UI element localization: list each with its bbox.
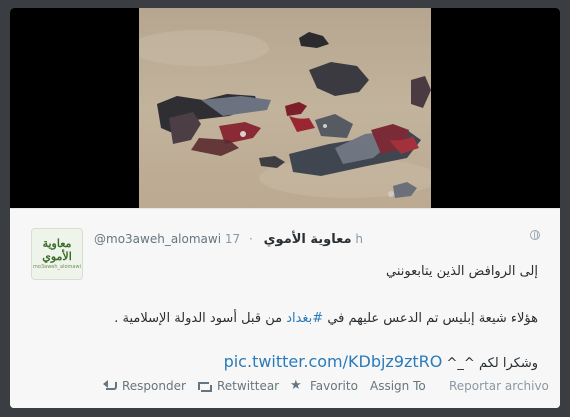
tweet-card: معاوية الأموي mo3aweh_alomawi @mo3aweh_a… xyxy=(10,8,560,408)
tweet-text-line2-end: من قبل أسود الدولة الإسلامية . xyxy=(114,311,287,326)
reply-label: Responder xyxy=(122,379,186,393)
favorite-label: Favorito xyxy=(310,379,358,393)
tweet-text-line2-start: هؤلاء شيعة إبليس تم الدعس عليهم في xyxy=(323,311,538,326)
tweet-text-line3: وشكرا لكم ^_^ pic.twitter.com/KDbjz9ztRO xyxy=(224,352,538,371)
user-handle[interactable]: @mo3aweh_alomawi xyxy=(94,232,221,246)
retweet-button[interactable]: Retwittear xyxy=(197,379,279,393)
avatar-logo-line3: mo3aweh_alomawi xyxy=(33,264,81,270)
star-icon: ★ xyxy=(290,378,302,393)
avatar-logo-line2: الأموي xyxy=(42,250,72,263)
tweet-header: @mo3aweh_alomawi معاوية الأموي · 17 h xyxy=(94,232,363,247)
assign-button[interactable]: Assign To xyxy=(370,379,426,393)
media-panel xyxy=(10,8,560,208)
globe-icon xyxy=(530,230,540,240)
reply-button[interactable]: Responder xyxy=(102,379,186,393)
favorite-button[interactable]: ★ Favorito xyxy=(290,378,358,394)
tweet-photo[interactable] xyxy=(139,8,431,208)
tweet-body: معاوية الأموي mo3aweh_alomawi @mo3aweh_a… xyxy=(10,208,560,408)
assign-label: Assign To xyxy=(370,379,426,393)
reply-icon xyxy=(102,379,116,393)
avatar[interactable]: معاوية الأموي mo3aweh_alomawi xyxy=(31,228,83,280)
report-label: Reportar archivo xyxy=(449,379,549,393)
hashtag-link[interactable]: #بغداد xyxy=(286,311,323,326)
header-separator: · xyxy=(248,232,253,246)
retweet-label: Retwittear xyxy=(217,379,280,393)
tweet-text-line2: هؤلاء شيعة إبليس تم الدعس عليهم في #بغدا… xyxy=(114,311,538,326)
retweet-icon xyxy=(197,379,212,393)
avatar-logo-line1: معاوية xyxy=(42,237,72,250)
user-display-name[interactable]: معاوية الأموي xyxy=(264,232,352,247)
tweet-text-thanks: وشكرا لكم ^_^ xyxy=(442,356,538,371)
report-button[interactable]: Reportar archivo xyxy=(449,379,549,393)
tweet-text-line1: إلى الروافض الذين يتابعونني xyxy=(386,264,538,279)
media-link[interactable]: pic.twitter.com/KDbjz9ztRO xyxy=(224,352,443,371)
